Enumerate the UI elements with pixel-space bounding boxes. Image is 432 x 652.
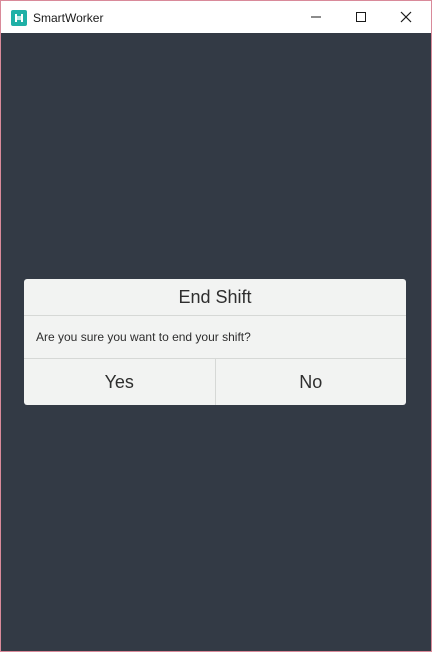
minimize-icon: [311, 16, 321, 18]
end-shift-dialog: End Shift Are you sure you want to end y…: [24, 279, 406, 405]
window-title: SmartWorker: [33, 11, 104, 25]
maximize-button[interactable]: [338, 1, 384, 33]
dialog-message: Are you sure you want to end your shift?: [36, 330, 251, 344]
app-content: End Shift Are you sure you want to end y…: [1, 33, 431, 651]
no-button[interactable]: No: [216, 359, 407, 405]
app-icon: [11, 10, 27, 26]
title-bar[interactable]: SmartWorker: [1, 1, 431, 33]
dialog-title: End Shift: [24, 279, 406, 316]
maximize-icon: [356, 12, 366, 22]
minimize-button[interactable]: [293, 1, 339, 33]
yes-button[interactable]: Yes: [24, 359, 216, 405]
close-button[interactable]: [383, 1, 429, 33]
app-window: SmartWorker End Shift Are you sure you w…: [0, 0, 432, 652]
close-icon: [400, 11, 412, 23]
dialog-actions: Yes No: [24, 358, 406, 405]
